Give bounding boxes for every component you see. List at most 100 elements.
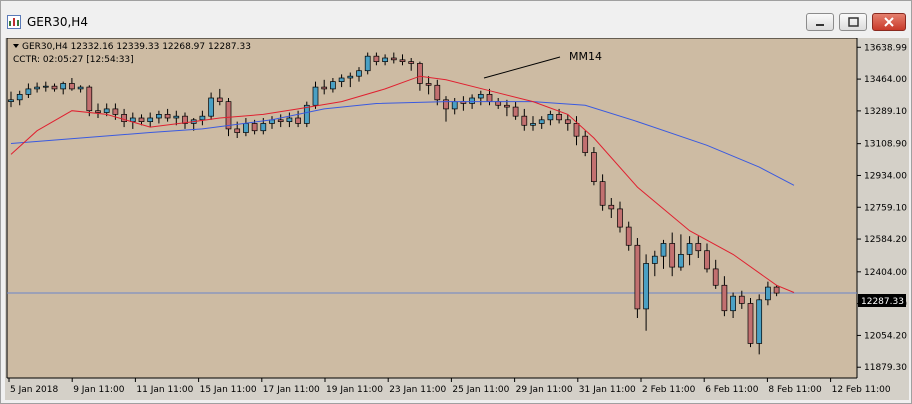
candle-body — [356, 70, 362, 77]
candle-body — [512, 106, 519, 117]
candle-body — [121, 114, 127, 122]
date-tick-label: 19 Jan 11:00 — [326, 385, 383, 395]
current-price-label: 12287.33 — [861, 297, 904, 307]
date-tick-label: 15 Jan 11:00 — [200, 385, 257, 395]
candle-body — [504, 104, 510, 108]
candle-body — [164, 114, 171, 119]
candle-body — [617, 208, 623, 228]
candle-body — [451, 101, 458, 110]
candle-body — [695, 243, 702, 252]
date-tick-label: 5 Jan 2018 — [10, 385, 58, 395]
candle-body — [765, 286, 771, 301]
candle-body — [199, 115, 206, 121]
candle-body — [634, 244, 641, 310]
candle-body — [364, 55, 371, 72]
candle-body — [547, 114, 554, 121]
candle-body — [408, 61, 415, 64]
candle-body — [234, 128, 241, 133]
candle-body — [477, 94, 484, 99]
price-tick-label: 13464.00 — [864, 75, 907, 85]
date-tick-label: 2 Feb 11:00 — [642, 385, 696, 395]
candle-body — [42, 85, 49, 88]
candle-body — [556, 114, 562, 121]
candle-body — [686, 243, 693, 255]
candle-body — [608, 204, 615, 210]
candle-body — [756, 299, 763, 344]
candle-body — [321, 86, 328, 90]
chart-area[interactable]: 13638.99 13464.00 13289.10 13108.90 12934.00… — [5, 38, 909, 400]
price-tick-label: 12759.10 — [864, 203, 907, 213]
candle-body — [112, 108, 119, 115]
candle-body — [730, 295, 736, 312]
candle-body — [295, 117, 301, 124]
candle-body — [582, 135, 589, 153]
candle-body — [530, 123, 536, 126]
candle-body — [8, 99, 14, 102]
candle-body — [382, 57, 388, 62]
candle-body — [173, 115, 180, 119]
candle-body — [469, 97, 475, 104]
annotation-label: MM14 — [569, 50, 602, 63]
candle-body — [243, 123, 249, 133]
candle-body — [156, 114, 162, 119]
date-tick-label: 17 Jan 11:00 — [263, 385, 320, 395]
candle-body — [599, 181, 606, 206]
candle-body — [495, 101, 502, 106]
candle-body — [51, 85, 58, 90]
candle-body — [86, 86, 93, 112]
date-tick-label: 6 Feb 11:00 — [705, 385, 759, 395]
candle-body — [564, 119, 571, 124]
chart-app-icon — [7, 15, 21, 29]
date-tick-label: 12 Feb 11:00 — [832, 385, 891, 395]
price-tick-label: 13289.10 — [864, 107, 907, 117]
candle-body — [773, 286, 780, 294]
price-chart[interactable]: 13638.99 13464.00 13289.10 13108.90 12934.00… — [5, 38, 909, 400]
candle-body — [678, 254, 684, 268]
price-tick-label: 12584.20 — [864, 235, 907, 245]
date-tick-label: 11 Jan 11:00 — [136, 385, 193, 395]
window-title: GER30,H4 — [27, 15, 88, 29]
candle-body — [60, 83, 67, 90]
candle-body — [95, 110, 101, 113]
candle-body — [373, 55, 380, 62]
candle-body — [669, 243, 676, 268]
minimize-icon — [816, 24, 824, 26]
candle-body — [538, 119, 545, 124]
candle-body — [25, 88, 32, 95]
price-tick-label: 11879.30 — [864, 363, 907, 373]
candle-body — [330, 81, 336, 90]
candle-body — [103, 108, 110, 113]
candle-body — [286, 117, 293, 122]
candle-body — [34, 86, 40, 90]
candle-body — [660, 243, 667, 257]
candle-body — [747, 303, 754, 344]
candle-body — [347, 75, 354, 79]
chart-window: GER30,H4 13638.99 13464.00 13289.10 13108.9… — [0, 0, 912, 404]
candle-body — [712, 268, 719, 286]
candle-body — [486, 94, 493, 102]
candle-body — [625, 226, 632, 246]
window-titlebar[interactable]: GER30,H4 — [1, 1, 911, 37]
candle-body — [338, 77, 345, 82]
close-icon — [884, 17, 894, 27]
candle-body — [704, 250, 710, 270]
candle-body — [77, 86, 84, 90]
price-tick-label: 13638.99 — [864, 43, 907, 53]
candle-body — [277, 119, 284, 122]
candle-body — [591, 152, 597, 182]
close-button[interactable] — [872, 13, 906, 31]
candle-body — [208, 97, 214, 117]
candle-body — [69, 83, 75, 90]
candle-body — [251, 123, 258, 132]
minimize-button[interactable] — [806, 13, 834, 31]
cctr-info: CCTR: 02:05:27 [12:54:33] — [13, 55, 134, 65]
candle-body — [434, 84, 441, 101]
candle-body — [16, 94, 23, 101]
candle-body — [216, 97, 223, 102]
date-tick-label: 23 Jan 11:00 — [389, 385, 446, 395]
candle-body — [643, 263, 649, 310]
price-tick-label: 12404.00 — [864, 268, 907, 278]
date-tick-label: 8 Feb 11:00 — [768, 385, 822, 395]
maximize-button[interactable] — [839, 13, 867, 31]
candle-body — [390, 57, 397, 61]
